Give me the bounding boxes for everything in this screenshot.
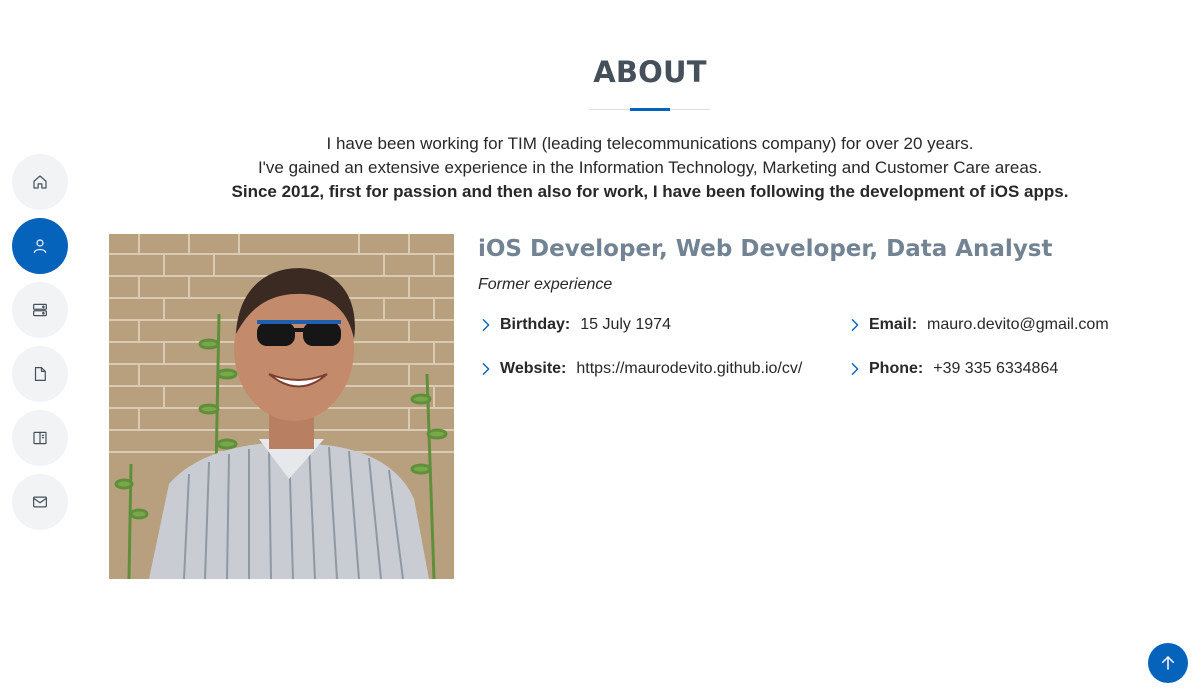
chevron-right-icon (479, 318, 493, 332)
info-phone: Phone: +39 335 6334864 (848, 358, 1058, 380)
profile-photo (109, 234, 454, 579)
phone-value: +39 335 6334864 (933, 360, 1059, 377)
birthday-value: 15 July 1974 (580, 316, 671, 333)
about-intro: I have been working for TIM (leading tel… (0, 132, 1200, 204)
nav-services[interactable] (12, 410, 68, 466)
nav-portfolio[interactable] (12, 346, 68, 402)
content-subtitle: Former experience (478, 276, 613, 293)
email-value: mauro.devito@gmail.com (927, 316, 1109, 333)
phone-label: Phone: (869, 360, 924, 377)
title-accent-bar (630, 108, 670, 111)
intro-line-highlight: Since 2012, first for passion and then a… (231, 182, 1069, 201)
envelope-icon (31, 493, 49, 511)
nav-about[interactable] (12, 218, 68, 274)
chevron-right-icon (848, 362, 862, 376)
intro-line: I have been working for TIM (leading tel… (326, 134, 974, 153)
side-navigation (12, 154, 68, 538)
birthday-label: Birthday: (500, 316, 571, 333)
back-to-top-button[interactable] (1148, 643, 1188, 683)
file-icon (31, 365, 49, 383)
chevron-right-icon (848, 318, 862, 332)
website-label: Website: (500, 360, 567, 377)
arrow-up-icon (1159, 654, 1177, 672)
content-heading: iOS Developer, Web Developer, Data Analy… (478, 236, 1053, 262)
section-title: ABOUT (593, 55, 707, 89)
book-icon (31, 429, 49, 447)
nav-contact[interactable] (12, 474, 68, 530)
email-label: Email: (869, 316, 918, 333)
website-value: https://maurodevito.github.io/cv/ (576, 360, 803, 377)
person-icon (31, 237, 49, 255)
info-website: Website: https://maurodevito.github.io/c… (479, 358, 802, 380)
nav-resume[interactable] (12, 282, 68, 338)
intro-line: I've gained an extensive experience in t… (257, 158, 1043, 177)
server-icon (31, 301, 49, 319)
chevron-right-icon (479, 362, 493, 376)
info-birthday: Birthday: 15 July 1974 (479, 314, 671, 336)
info-email: Email: mauro.devito@gmail.com (848, 314, 1109, 336)
